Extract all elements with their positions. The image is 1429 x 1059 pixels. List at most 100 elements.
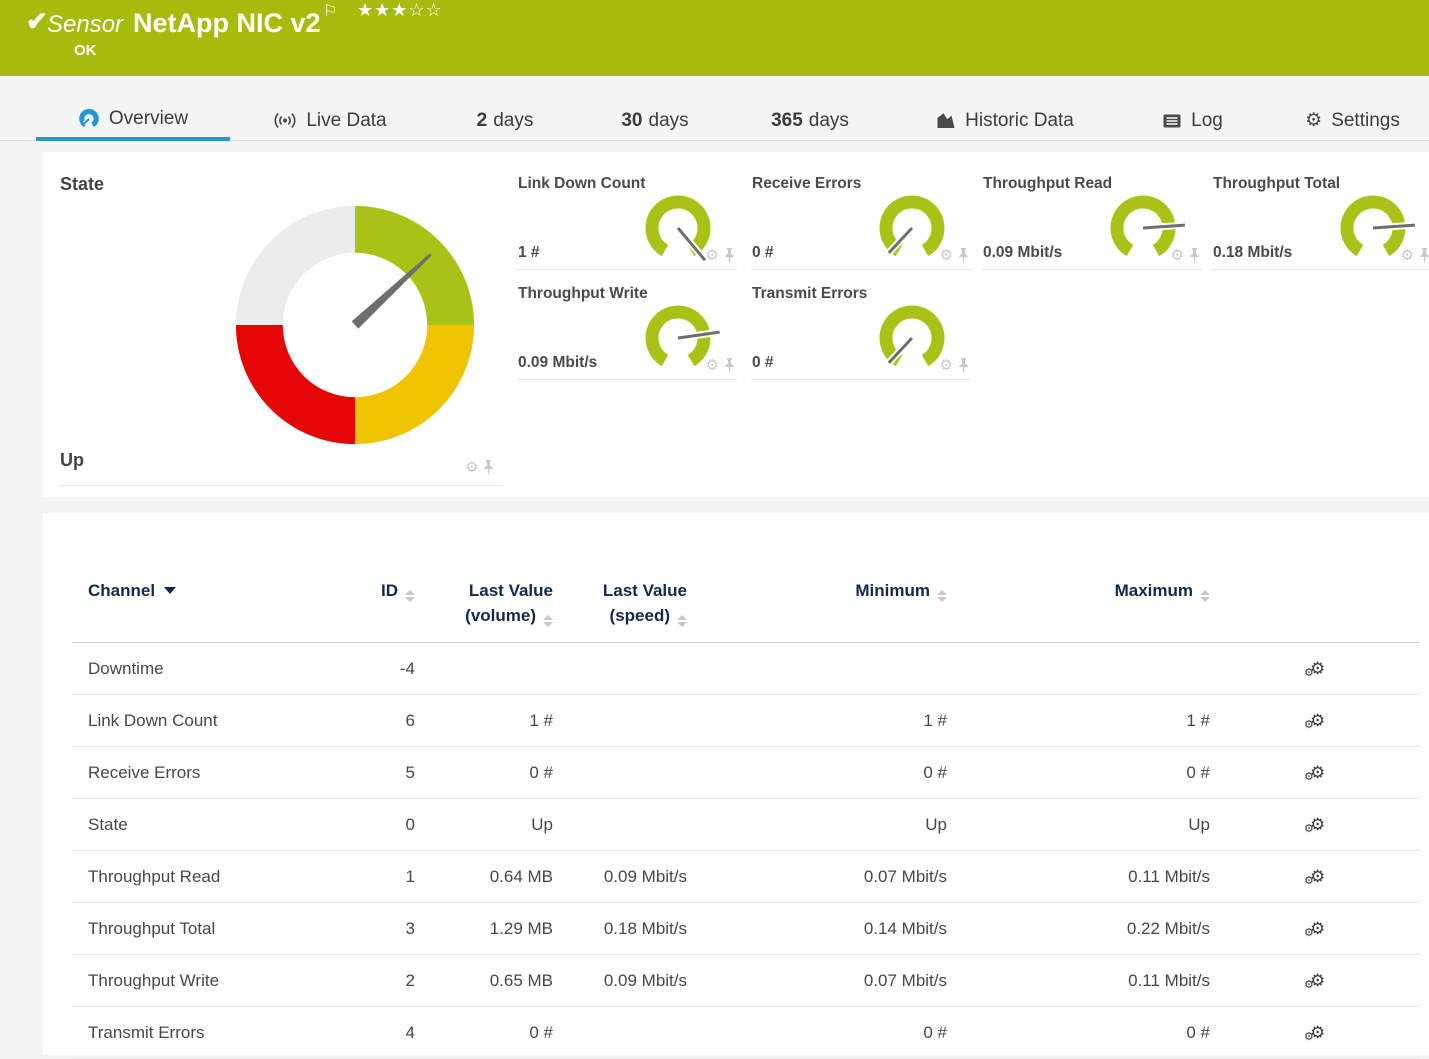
last-value-volume [415,643,553,695]
pin-icon[interactable] [724,248,735,263]
last-value-speed [553,1007,687,1059]
tab-label: Settings [1331,110,1400,132]
tab-settings[interactable]: ⚙ Settings [1280,100,1425,141]
last-value-speed: 0.09 Mbit/s [553,955,687,1007]
pin-icon[interactable] [1419,248,1429,263]
sensor-header: ✔ Sensor NetApp NIC v2 ⚐ ★★★☆☆ OK [0,0,1429,76]
state-gauge-title: State [60,174,104,195]
tab-label: Historic Data [965,110,1074,132]
channel-name: Link Down Count [72,695,337,747]
table-row-downtime: Downtime -4 ⚙⚙ [72,643,1420,695]
channel-settings-icon[interactable]: ⚙⚙ [1310,711,1325,731]
sort-icon [937,590,947,602]
log-list-icon [1162,113,1182,129]
gauge-needle [678,332,720,338]
channel-id: 3 [337,903,415,955]
channel-settings-icon[interactable]: ⚙⚙ [1310,867,1325,887]
tab-overview[interactable]: Overview [36,100,230,141]
tab-log[interactable]: Log [1135,100,1250,141]
column-header-maximum[interactable]: Maximum [947,571,1210,643]
column-label: Maximum [1115,581,1193,600]
last-value-speed [553,695,687,747]
gear-icon[interactable]: ⚙ [465,458,478,476]
tab-2-days[interactable]: 2 days [430,100,580,141]
status-ok-check-icon: ✔ [26,6,48,37]
pin-icon[interactable] [724,358,735,373]
maximum-value: 0.11 Mbit/s [947,851,1210,903]
pin-icon[interactable] [483,460,494,475]
sort-icon [543,615,553,627]
last-value-volume: Up [415,799,553,851]
tab-historic-data[interactable]: Historic Data [900,100,1110,141]
object-kind-label: Sensor [47,11,123,39]
table-row-transmit-errors: Transmit Errors 4 0 # 0 # 0 # ⚙⚙ [72,1007,1420,1059]
minimum-value: Up [687,799,947,851]
table-row-throughput-read: Throughput Read 1 0.64 MB 0.09 Mbit/s 0.… [72,851,1420,903]
channel-name: Receive Errors [72,747,337,799]
last-value-speed [553,747,687,799]
gear-icon[interactable]: ⚙ [940,246,953,264]
gear-icon[interactable]: ⚙ [1401,246,1414,264]
gear-icon[interactable]: ⚙ [706,246,719,264]
channel-settings-icon[interactable]: ⚙⚙ [1310,919,1325,939]
gauge-value: 0 # [752,244,774,262]
column-label: Channel [88,581,155,600]
gauge-cell-transmit-errors: Transmit Errors 0 # ⚙ [751,282,971,380]
channel-name: Throughput Total [72,903,337,955]
tab-365-days[interactable]: 365 days [735,100,885,141]
column-header-id[interactable]: ID [337,571,415,643]
table-header-row: Channel ID Last Value (volume) Last Valu… [72,571,1420,643]
tab-label: Live Data [306,110,386,132]
last-value-volume: 1 # [415,695,553,747]
channel-name: Downtime [72,643,337,695]
gear-icon[interactable]: ⚙ [706,356,719,374]
flag-icon[interactable]: ⚐ [323,1,337,21]
minimum-value: 1 # [687,695,947,747]
column-header-last-value-volume[interactable]: Last Value (volume) [415,571,553,643]
tab-number: 30 [621,110,642,132]
tab-bar: Overview Live Data 2 days 30 days 365 da… [0,100,1429,141]
maximum-value: 1 # [947,695,1210,747]
status-badge: OK [74,42,97,59]
last-value-speed: 0.18 Mbit/s [553,903,687,955]
gauge-value: 0.09 Mbit/s [983,244,1062,262]
gear-icon[interactable]: ⚙ [1171,246,1184,264]
gauge-cell-link-down-count: Link Down Count 1 # ⚙ [517,172,737,270]
sort-icon [405,590,415,602]
sort-icon [677,615,687,627]
maximum-value: 0.11 Mbit/s [947,955,1210,1007]
channel-settings-icon[interactable]: ⚙⚙ [1310,763,1325,783]
column-header-channel[interactable]: Channel [72,571,337,643]
channel-id: 5 [337,747,415,799]
channel-settings-icon[interactable]: ⚙⚙ [1310,971,1325,991]
column-header-minimum[interactable]: Minimum [687,571,947,643]
column-label: Minimum [855,581,930,600]
channel-settings-icon[interactable]: ⚙⚙ [1310,659,1325,679]
column-header-last-value-speed[interactable]: Last Value (speed) [553,571,687,643]
minimum-value: 0.14 Mbit/s [687,903,947,955]
pin-icon[interactable] [958,248,969,263]
pin-icon[interactable] [1189,248,1200,263]
gauge-title: Link Down Count [518,175,645,193]
gauge-value: 1 # [518,244,540,262]
channel-settings-icon[interactable]: ⚙⚙ [1310,815,1325,835]
last-value-volume: 0 # [415,747,553,799]
last-value-speed [553,643,687,695]
gauge-title: Throughput Total [1213,175,1340,193]
channel-name: State [72,799,337,851]
table-row-link-down-count: Link Down Count 6 1 # 1 # 1 # ⚙⚙ [72,695,1420,747]
channel-settings-icon[interactable]: ⚙⚙ [1310,1023,1325,1043]
channel-name: Throughput Write [72,955,337,1007]
channel-id: 4 [337,1007,415,1059]
gear-icon[interactable]: ⚙ [940,356,953,374]
priority-stars[interactable]: ★★★☆☆ [357,0,443,21]
maximum-value: Up [947,799,1210,851]
overview-gauges-panel: State Up ⚙ Link Down Count 1 # ⚙ [43,152,1429,497]
pin-icon[interactable] [958,358,969,373]
tab-live-data[interactable]: Live Data [250,100,410,141]
tab-label: Overview [109,108,188,130]
maximum-value: 0.22 Mbit/s [947,903,1210,955]
tab-label: days [809,110,849,132]
page-title: NetApp NIC v2 [133,8,321,39]
tab-30-days[interactable]: 30 days [580,100,730,141]
